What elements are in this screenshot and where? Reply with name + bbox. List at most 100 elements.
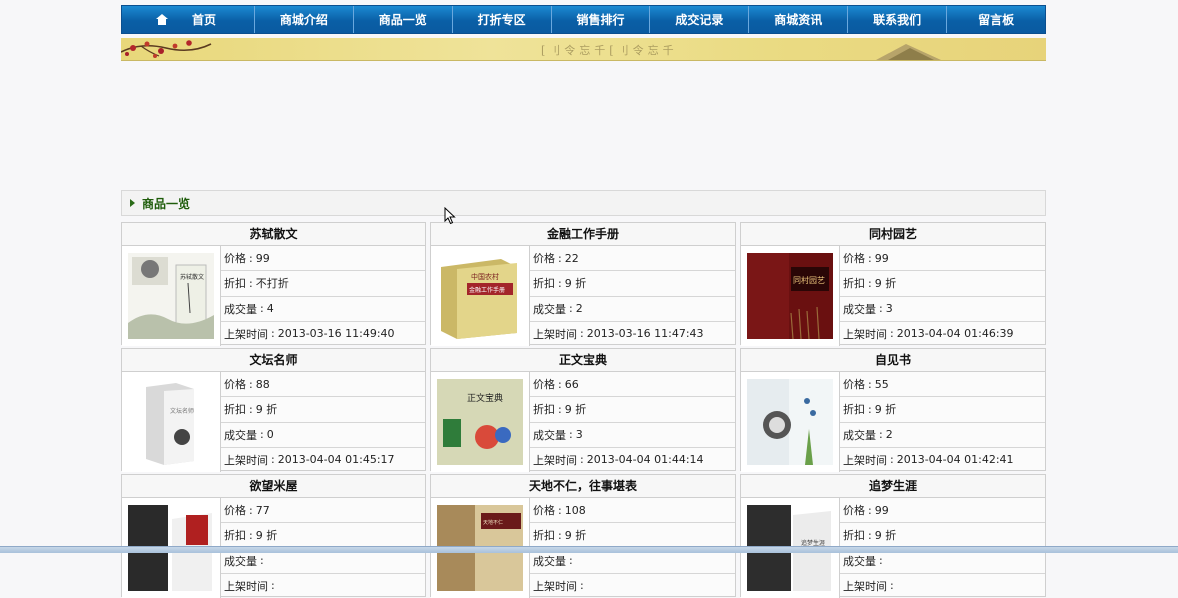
nav-item-label: 商城资讯 [774,13,823,27]
product-cover-image[interactable]: 苏轼散文 [128,253,214,339]
product-sold-row: 成交量:3 [530,423,735,448]
nav-item-about[interactable]: 商城介绍 [255,6,354,33]
arrow-right-icon [130,199,135,207]
price-label: 价格 [533,504,555,518]
product-price-row: 价格:66 [530,372,735,398]
product-listed-row: 上架时间: [530,574,735,598]
product-title[interactable]: 天地不仁，往事堪表 [431,475,735,498]
product-cover-image[interactable]: 文坛名师 [128,379,214,465]
product-info: 价格:99 折扣:9 折 成交量:3 上架时间:2013-04-04 01:46… [840,246,1045,346]
product-title[interactable]: 同村园艺 [741,223,1045,246]
sold-label: 成交量 [533,428,566,442]
product-cover-cell[interactable] [741,372,840,472]
home-icon [156,14,168,25]
listed-label: 上架时间 [224,327,268,341]
separator: : [868,276,872,290]
product-body: 苏轼散文 价格:99 折扣: 不打折 成交量:4 上架时间:2013-03-16 … [122,246,425,346]
price-value: 108 [564,503,586,517]
sold-label: 成交量 [843,302,876,316]
svg-text:天地不仁: 天地不仁 [483,519,503,526]
separator: : [558,503,562,517]
product-body: 正文宝典 价格:66 折扣:9 折 成交量:3 上架时间:2013-04-04 … [431,372,735,472]
product-card[interactable]: 苏轼散文 苏轼散文 价格:99 折扣: 不打折 成交量:4 上架时间:2013-0… [121,222,426,346]
price-label: 价格 [533,252,555,266]
product-title[interactable]: 文坛名师 [122,349,425,372]
nav-item-products[interactable]: 商品一览 [354,6,453,33]
listed-label: 上架时间 [533,327,577,341]
nav-item-home[interactable]: 首页 [122,6,255,33]
product-title[interactable]: 追梦生涯 [741,475,1045,498]
separator: : [868,503,872,517]
svg-text:正文宝典: 正文宝典 [467,392,503,404]
product-discount-row: 折扣:9 折 [530,397,735,423]
price-label: 价格 [843,378,865,392]
nav-item-news[interactable]: 商城资讯 [749,6,849,33]
nav-item-ranking[interactable]: 销售排行 [552,6,651,33]
price-label: 价格 [843,504,865,518]
product-card[interactable]: 天地不仁，往事堪表 天地不仁 价格:108 折扣:9 折 成交量: 上架时间: [430,474,736,598]
product-discount-row: 折扣:9 折 [840,523,1045,549]
product-title[interactable]: 苏轼散文 [122,223,425,246]
plum-blossom-graphic [121,40,212,58]
nav-item-label: 打折专区 [477,13,526,27]
sold-value: 2 [575,302,583,316]
price-value: 99 [874,503,889,517]
sold-value: 3 [885,302,893,316]
main-nav: 首页 商城介绍 商品一览 打折专区 销售排行 成交记录 商城资讯 联系我们 留言… [121,5,1046,34]
product-info: 价格:55 折扣:9 折 成交量:2 上架时间:2013-04-04 01:42… [840,372,1045,472]
product-cover-image[interactable]: 正文宝典 [437,379,523,465]
product-sold-row: 成交量:3 [840,297,1045,322]
product-card[interactable]: 文坛名师 文坛名师 价格:88 折扣:9 折 成交量:0 上架时间:2013-0… [121,348,426,472]
page-wrapper: 首页 商城介绍 商品一览 打折专区 销售排行 成交记录 商城资讯 联系我们 留言… [121,5,1046,598]
nav-item-contact[interactable]: 联系我们 [848,6,948,33]
separator: : [569,428,573,442]
separator: : [558,402,562,416]
product-title[interactable]: 金融工作手册 [431,223,735,246]
separator: : [868,528,872,542]
discount-label: 折扣 [533,529,555,543]
product-discount-row: 折扣:9 折 [530,523,735,549]
product-title[interactable]: 正文宝典 [431,349,735,372]
product-card[interactable]: 金融工作手册 中国农村 金融工作手册 价格:22 折扣:9 折 成交量:2 上架时… [430,222,736,346]
product-cover-cell[interactable]: 同村园艺 [741,246,840,346]
product-cover-cell[interactable]: 文坛名师 [122,372,221,472]
price-value: 22 [564,251,579,265]
product-cover-image[interactable]: 中国农村 金融工作手册 [437,253,523,339]
sold-label: 成交量 [224,554,257,568]
nav-item-discount[interactable]: 打折专区 [453,6,552,33]
product-cover-image[interactable] [747,379,833,465]
nav-item-records[interactable]: 成交记录 [650,6,750,33]
product-card[interactable]: 自见书 价格:55 折扣:9 折 成交量:2 上架时间:2013-04-04 0… [740,348,1046,472]
product-card[interactable]: 追梦生涯 追梦生涯 价格:99 折扣:9 折 成交量: 上架时间: [740,474,1046,598]
discount-value: 9 折 [255,529,278,543]
product-cover-cell[interactable]: 正文宝典 [431,372,530,472]
listed-label: 上架时间 [843,579,887,593]
product-cover-image[interactable]: 同村园艺 [747,253,833,339]
product-card[interactable]: 同村园艺 同村园艺 价格:99 折扣:9 折 成交量:3 上架时间:2013-0… [740,222,1046,346]
discount-value: 9 折 [874,403,897,417]
product-title[interactable]: 自见书 [741,349,1045,372]
product-title[interactable]: 欲望米屋 [122,475,425,498]
price-label: 价格 [224,504,246,518]
discount-label: 折扣 [224,277,246,291]
discount-label: 折扣 [533,403,555,417]
product-card[interactable]: 欲望米屋 价格:77 折扣:9 折 成交量: 上架时间: [121,474,426,598]
separator: : [558,377,562,391]
product-listed-row: 上架时间:2013-04-04 01:44:14 [530,448,735,472]
product-listed-row: 上架时间:2013-04-04 01:45:17 [221,448,425,472]
nav-item-guestbook[interactable]: 留言板 [947,6,1045,33]
product-cover-cell[interactable]: 中国农村 金融工作手册 [431,246,530,346]
sold-label: 成交量 [533,302,566,316]
product-listed-row: 上架时间: [221,574,425,598]
product-sold-row: 成交量:2 [530,297,735,322]
product-cover-cell[interactable]: 苏轼散文 [122,246,221,346]
listed-value: 2013-04-04 01:45:17 [277,453,395,467]
product-listed-row: 上架时间:2013-03-16 11:49:40 [221,322,425,346]
product-price-row: 价格:55 [840,372,1045,398]
discount-value: 9 折 [564,529,587,543]
product-info: 价格:88 折扣:9 折 成交量:0 上架时间:2013-04-04 01:45… [221,372,425,472]
book-stack-graphic [876,44,941,60]
product-card[interactable]: 正文宝典 正文宝典 价格:66 折扣:9 折 成交量:3 上架时间:2013-0… [430,348,736,472]
listed-value: 2013-04-04 01:46:39 [896,327,1014,341]
product-info: 价格:66 折扣:9 折 成交量:3 上架时间:2013-04-04 01:44… [530,372,735,472]
